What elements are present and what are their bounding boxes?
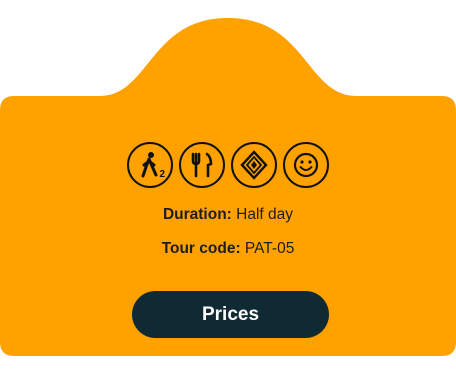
walking-icon: 2 [127,142,173,188]
fork-knife-icon [179,142,225,188]
diamond-pattern-icon [231,142,277,188]
tour-card: 2 Duration: Half day Tour code: PAT-05 P… [0,0,456,374]
duration-line: Duration: Half day [0,206,456,224]
feature-icons: 2 [0,142,456,188]
duration-label: Duration: [162,206,232,223]
tour-code-label: Tour code: [161,240,241,257]
tour-code-value: PAT-05 [244,240,295,257]
walking-level: 2 [159,169,165,180]
prices-button[interactable]: Prices [132,291,329,338]
duration-value: Half day [236,206,294,223]
smiley-face-icon [283,142,329,188]
tour-code-line: Tour code: PAT-05 [0,240,456,258]
